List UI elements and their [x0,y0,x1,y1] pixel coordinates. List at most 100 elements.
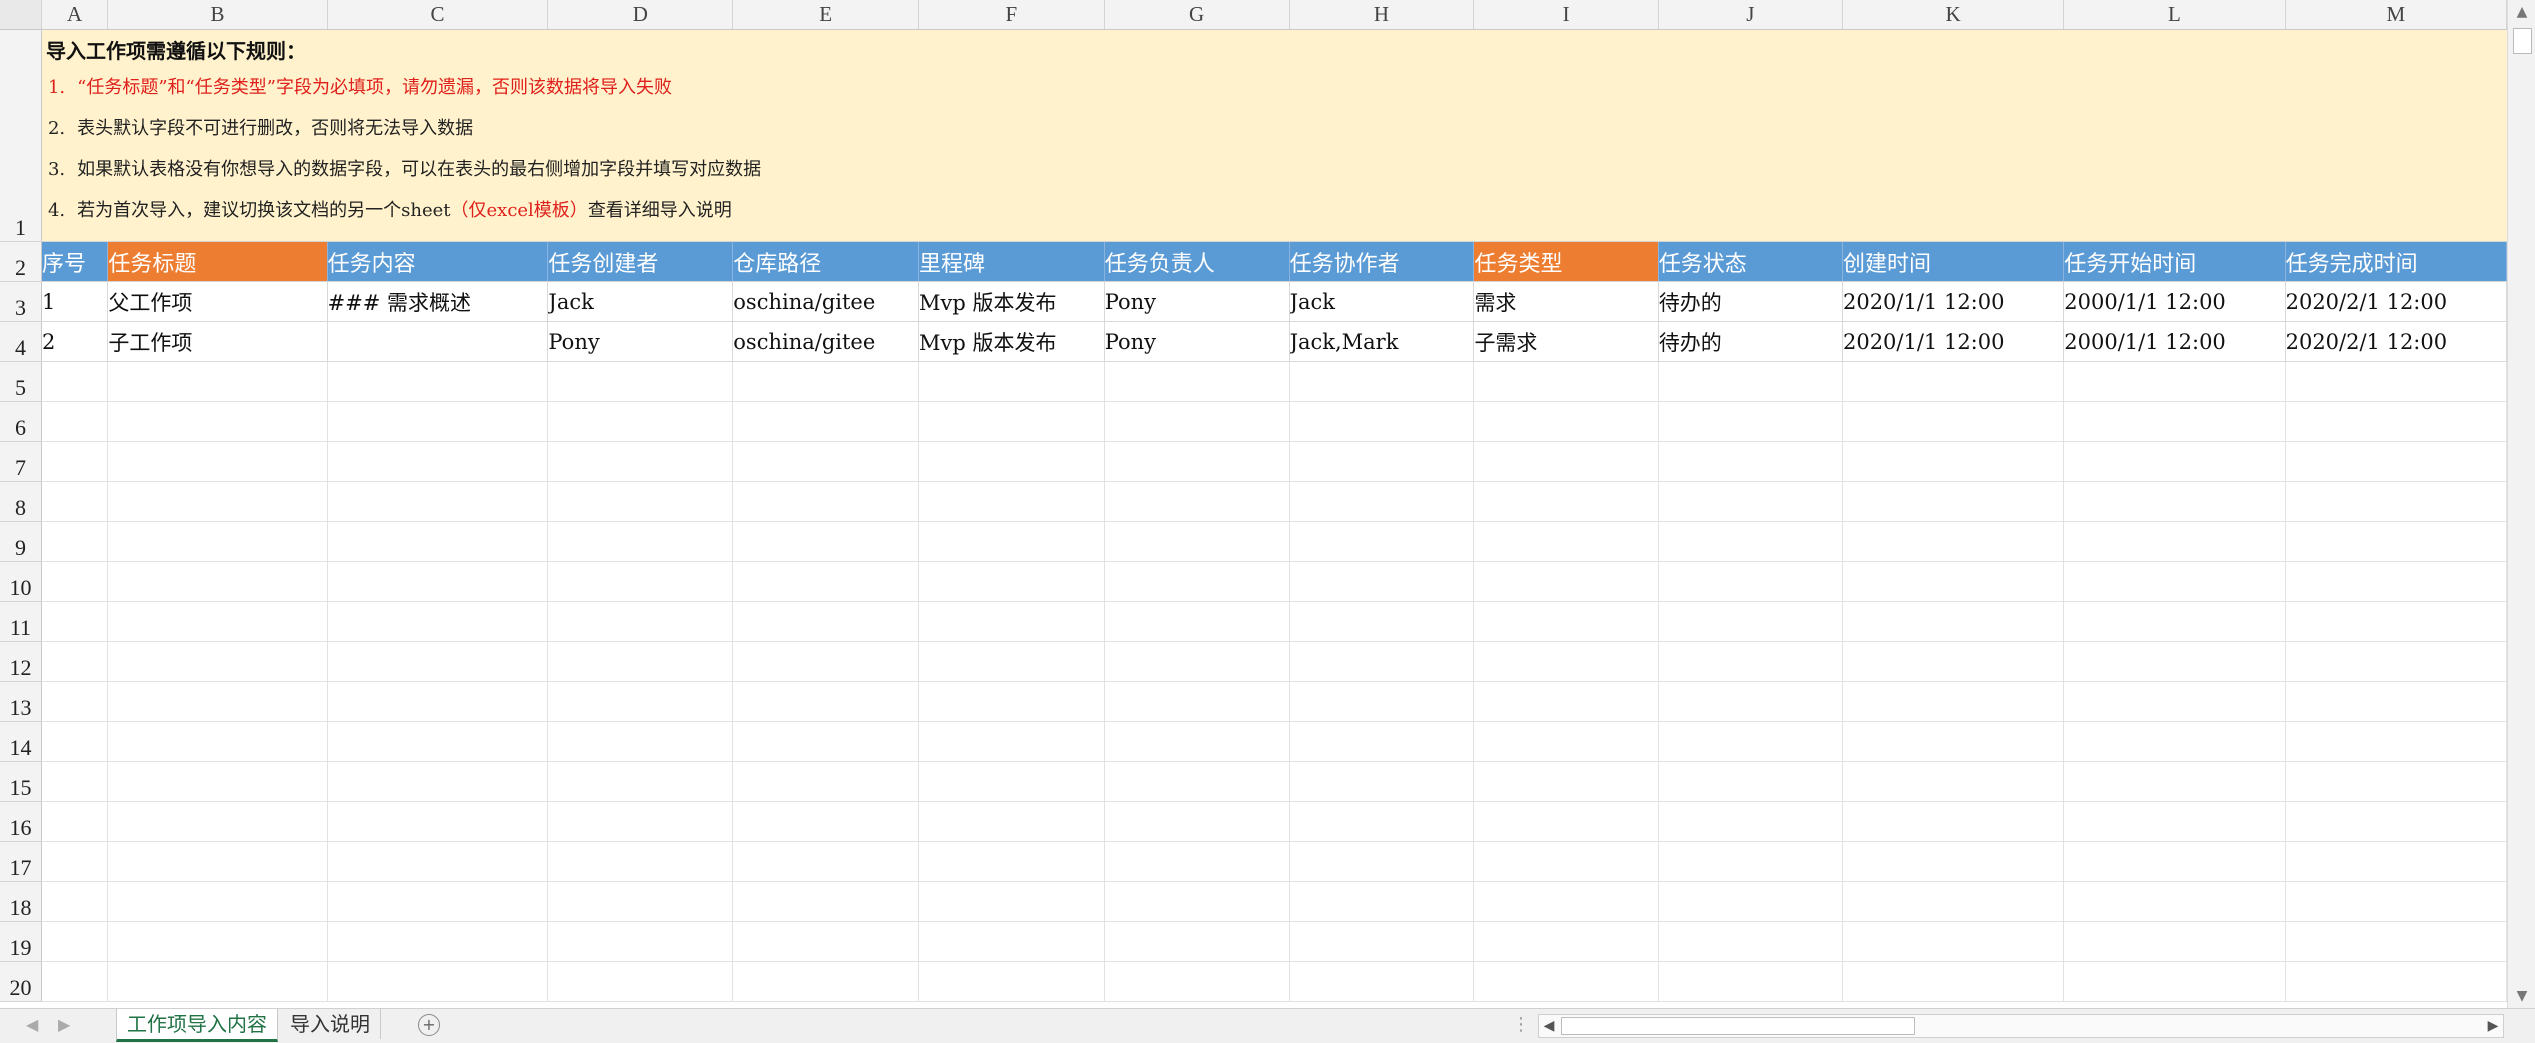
cell[interactable] [2063,961,2286,1002]
scroll-thumb[interactable] [2513,28,2532,54]
cell[interactable] [2063,841,2286,882]
cell[interactable] [1842,441,2065,482]
cell[interactable] [1289,841,1475,882]
cell[interactable] [547,401,734,442]
header-cell-status[interactable]: 任务状态 [1658,241,1843,282]
cell[interactable] [1658,881,1843,922]
cell[interactable]: 2020/2/1 12:00 [2285,281,2507,322]
cell[interactable] [2285,481,2507,522]
cell[interactable] [1658,841,1843,882]
select-all-corner[interactable] [0,0,42,30]
cell[interactable] [918,921,1105,962]
cell[interactable] [547,961,734,1002]
cell[interactable] [547,881,734,922]
cell[interactable] [1658,721,1843,762]
header-cell-created[interactable]: 创建时间 [1842,241,2065,282]
cell[interactable] [1842,601,2065,642]
cell[interactable] [547,441,734,482]
cell[interactable] [1842,761,2065,802]
cell[interactable] [1104,761,1290,802]
cell[interactable] [1104,921,1290,962]
cell[interactable] [327,601,549,642]
cell[interactable] [1842,641,2065,682]
cell[interactable] [732,561,920,602]
cell[interactable] [918,721,1105,762]
cell[interactable] [1842,721,2065,762]
row-number[interactable]: 6 [0,401,42,442]
column-header-l[interactable]: L [2063,0,2286,30]
cell[interactable] [2063,401,2286,442]
column-header-f[interactable]: F [918,0,1105,30]
cell[interactable]: 2020/2/1 12:00 [2285,321,2507,362]
cell[interactable] [732,801,920,842]
cell[interactable]: 2000/1/1 12:00 [2063,321,2286,362]
cell[interactable] [107,401,328,442]
cell[interactable] [1289,641,1475,682]
cell[interactable] [1658,641,1843,682]
cell[interactable]: 2000/1/1 12:00 [2063,281,2286,322]
cell[interactable] [732,761,920,802]
cell[interactable] [327,721,549,762]
header-cell-type[interactable]: 任务类型 [1473,241,1659,282]
cell[interactable] [732,641,920,682]
header-cell-creator[interactable]: 任务创建者 [547,241,734,282]
cell[interactable] [547,561,734,602]
cell[interactable] [1473,801,1659,842]
cell[interactable] [918,761,1105,802]
cell[interactable] [327,921,549,962]
cell[interactable]: Jack [1289,281,1475,322]
cell[interactable] [2285,841,2507,882]
cell[interactable]: Mvp 版本发布 [918,321,1105,362]
arrow-left-icon[interactable]: ◀ [1539,1015,1559,1037]
cell[interactable] [732,721,920,762]
cell[interactable] [918,361,1105,402]
cell[interactable] [2063,801,2286,842]
cell[interactable] [107,801,328,842]
cell[interactable] [1473,921,1659,962]
cell[interactable]: Pony [1104,321,1290,362]
cell[interactable] [2285,361,2507,402]
cell[interactable] [547,721,734,762]
cell[interactable] [1104,721,1290,762]
cell[interactable] [918,961,1105,1002]
cell[interactable]: 待办的 [1658,281,1843,322]
cell[interactable] [1842,401,2065,442]
row-number[interactable]: 13 [0,681,42,722]
cell[interactable] [1289,481,1475,522]
header-cell-title[interactable]: 任务标题 [107,241,328,282]
cell[interactable] [41,681,109,722]
row-number[interactable]: 14 [0,721,42,762]
cell[interactable] [732,601,920,642]
cell[interactable] [2285,521,2507,562]
row-number[interactable]: 20 [0,961,42,1002]
column-header-d[interactable]: D [547,0,734,30]
cell[interactable] [1842,481,2065,522]
row-number[interactable]: 8 [0,481,42,522]
vertical-scrollbar[interactable]: ▲ ▼ [2507,0,2535,1010]
cell[interactable]: 子工作项 [107,321,328,362]
cell[interactable] [2285,801,2507,842]
row-number[interactable]: 4 [0,321,42,362]
cell[interactable] [107,841,328,882]
cell[interactable] [1289,721,1475,762]
cell[interactable] [2063,881,2286,922]
cell[interactable] [2063,721,2286,762]
cell[interactable] [1104,641,1290,682]
cell[interactable] [918,601,1105,642]
cell[interactable] [327,801,549,842]
cell[interactable] [107,561,328,602]
cell[interactable]: Jack,Mark [1289,321,1475,362]
sheet-tab-import-guide[interactable]: 导入说明 [280,1009,381,1039]
cell[interactable]: Jack [547,281,734,322]
cell[interactable]: Pony [1104,281,1290,322]
cell[interactable] [107,681,328,722]
cell[interactable]: 1 [41,281,109,322]
cell[interactable] [1104,881,1290,922]
cell[interactable]: oschina/gitee [732,321,920,362]
cell[interactable] [1842,881,2065,922]
row-number[interactable]: 11 [0,601,42,642]
cell[interactable] [107,761,328,802]
cell[interactable] [41,401,109,442]
header-cell-finish[interactable]: 任务完成时间 [2285,241,2507,282]
next-sheet-icon[interactable]: ▶ [58,1015,70,1034]
